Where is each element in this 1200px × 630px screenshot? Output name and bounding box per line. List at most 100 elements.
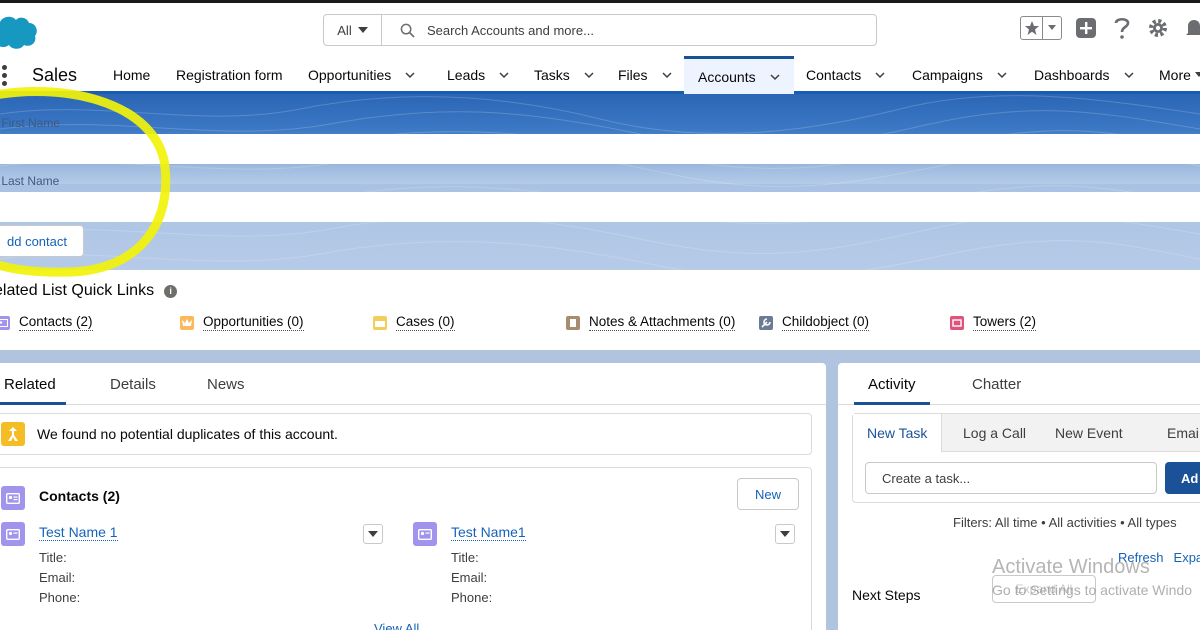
duplicate-icon bbox=[1, 422, 25, 446]
add-contact-button[interactable]: dd contact bbox=[0, 225, 84, 257]
wrench-icon bbox=[759, 315, 773, 330]
chevron-down-icon[interactable] bbox=[770, 72, 780, 82]
nav-item-accounts[interactable]: Accounts bbox=[684, 56, 794, 94]
tab-email[interactable]: Emai bbox=[1167, 425, 1199, 441]
tab-chatter[interactable]: Chatter bbox=[972, 376, 1021, 393]
nav-item-label: Leads bbox=[447, 67, 486, 83]
quick-link-label: Opportunities (0) bbox=[203, 314, 304, 331]
activate-windows-watermark-title: Activate Windows bbox=[992, 556, 1150, 578]
tab-news[interactable]: News bbox=[207, 376, 245, 393]
chevron-down-icon[interactable] bbox=[584, 70, 594, 80]
chevron-down-icon[interactable] bbox=[1123, 70, 1134, 80]
contact-title-field: Title: bbox=[39, 550, 67, 565]
chevron-down-icon[interactable] bbox=[875, 70, 885, 80]
search-field[interactable] bbox=[382, 15, 876, 45]
topographic-pattern bbox=[0, 95, 1200, 270]
contact-tile: Test Name 1 Title: Email: Phone: bbox=[1, 520, 391, 610]
first-name-label: r First Name bbox=[0, 116, 60, 130]
setup-gear-icon[interactable] bbox=[1146, 16, 1170, 40]
row-actions-dropdown-icon[interactable] bbox=[775, 524, 795, 544]
nav-item-label: Tasks bbox=[534, 67, 570, 83]
nav-item-dashboards[interactable]: Dashboards bbox=[1034, 56, 1134, 94]
search-scope-dropdown[interactable]: All bbox=[324, 15, 382, 45]
quick-link-cases[interactable]: Cases (0) bbox=[373, 314, 455, 331]
contacts-list-title[interactable]: Contacts (2) bbox=[39, 488, 120, 504]
favorites-dropdown-icon[interactable] bbox=[1043, 17, 1061, 39]
contacts-related-list: Contacts (2) New Test Name 1 Title: Emai… bbox=[0, 467, 812, 630]
nav-item-label: Registration form bbox=[176, 67, 283, 83]
contact-icon bbox=[1, 486, 25, 510]
contact-icon bbox=[413, 522, 437, 546]
quick-link-notes-attachments[interactable]: Notes & Attachments (0) bbox=[566, 314, 736, 331]
duplicates-message: We found no potential duplicates of this… bbox=[37, 426, 338, 442]
record-detail-card: Related Details News We found no potenti… bbox=[0, 363, 826, 630]
global-actions-plus-icon[interactable] bbox=[1074, 16, 1098, 40]
nav-item-label: Files bbox=[618, 67, 648, 83]
nav-item-home[interactable]: Home bbox=[113, 56, 150, 94]
nav-item-contacts[interactable]: Contacts bbox=[806, 56, 885, 94]
nav-item-leads[interactable]: Leads bbox=[447, 56, 509, 94]
activity-filters[interactable]: Filters: All time • All activities • All… bbox=[953, 515, 1177, 530]
last-name-input[interactable] bbox=[0, 192, 1200, 222]
nav-item-campaigns[interactable]: Campaigns bbox=[912, 56, 1007, 94]
quick-link-contacts[interactable]: Contacts (2) bbox=[0, 314, 93, 331]
nav-item-label: Dashboards bbox=[1034, 67, 1110, 83]
create-task-input[interactable] bbox=[865, 462, 1157, 494]
quick-link-childobject[interactable]: Childobject (0) bbox=[759, 314, 870, 331]
app-nav-bar: Sales Home Registration form Opportuniti… bbox=[0, 56, 1200, 94]
quick-link-label: Cases (0) bbox=[396, 314, 455, 331]
tab-new-event[interactable]: New Event bbox=[1055, 425, 1123, 441]
nav-item-tasks[interactable]: Tasks bbox=[534, 56, 594, 94]
salesforce-logo[interactable] bbox=[0, 14, 38, 50]
tab-activity[interactable]: Activity bbox=[854, 376, 930, 405]
contact-phone-field: Phone: bbox=[451, 590, 493, 605]
notifications-bell-icon[interactable] bbox=[1182, 16, 1200, 40]
favorites-group[interactable] bbox=[1020, 16, 1062, 40]
caret-down-icon[interactable] bbox=[1194, 72, 1200, 78]
chevron-down-icon[interactable] bbox=[499, 70, 509, 80]
chevron-down-icon[interactable] bbox=[997, 70, 1007, 80]
quick-links-title: elated List Quick Links i bbox=[0, 282, 178, 300]
search-scope-label: All bbox=[337, 22, 352, 38]
view-all-link[interactable]: View All bbox=[374, 621, 419, 630]
search-input[interactable] bbox=[427, 22, 827, 38]
tab-log-a-call[interactable]: Log a Call bbox=[963, 425, 1026, 441]
add-task-button[interactable]: Ad bbox=[1165, 462, 1200, 494]
help-icon[interactable] bbox=[1110, 16, 1134, 40]
tab-details[interactable]: Details bbox=[110, 376, 156, 393]
tab-related[interactable]: Related bbox=[0, 376, 66, 405]
window-top-strip bbox=[0, 0, 1200, 3]
global-search[interactable]: All bbox=[323, 14, 877, 46]
chevron-down-icon[interactable] bbox=[405, 70, 415, 80]
nav-item-more[interactable]: More bbox=[1159, 56, 1200, 94]
nav-item-opportunities[interactable]: Opportunities bbox=[308, 56, 415, 94]
quick-link-opportunities[interactable]: Opportunities (0) bbox=[180, 314, 304, 331]
contact-email-field: Email: bbox=[39, 570, 76, 585]
contact-icon bbox=[0, 315, 10, 330]
app-launcher-icon[interactable] bbox=[0, 65, 10, 86]
info-icon[interactable]: i bbox=[164, 284, 178, 298]
chevron-down-icon[interactable] bbox=[662, 70, 672, 80]
quick-link-towers[interactable]: Towers (2) bbox=[950, 314, 1037, 331]
contact-phone-field: Phone: bbox=[39, 590, 81, 605]
next-steps-heading: Next Steps bbox=[852, 587, 921, 603]
note-icon bbox=[566, 315, 580, 330]
header-utility-icons bbox=[1020, 16, 1200, 40]
contact-name-link[interactable]: Test Name1 bbox=[451, 524, 526, 541]
crown-icon bbox=[180, 315, 194, 330]
nav-item-label: Home bbox=[113, 67, 151, 83]
nav-item-files[interactable]: Files bbox=[618, 56, 672, 94]
quick-link-label: Childobject (0) bbox=[782, 314, 870, 331]
nav-item-registration-form[interactable]: Registration form bbox=[176, 56, 283, 94]
favorites-star-icon[interactable] bbox=[1021, 17, 1043, 39]
contact-name-link[interactable]: Test Name 1 bbox=[39, 524, 118, 541]
contact-title-field: Title: bbox=[451, 550, 479, 565]
expand-link[interactable]: Expa bbox=[1174, 550, 1200, 565]
caret-down-icon bbox=[357, 27, 368, 33]
new-contact-button[interactable]: New bbox=[737, 478, 799, 510]
row-actions-dropdown-icon[interactable] bbox=[363, 524, 383, 544]
last-name-label: r Last Name bbox=[0, 174, 60, 188]
search-icon bbox=[400, 23, 415, 38]
first-name-input[interactable] bbox=[0, 134, 1200, 164]
tab-new-task[interactable]: New Task bbox=[853, 414, 943, 452]
